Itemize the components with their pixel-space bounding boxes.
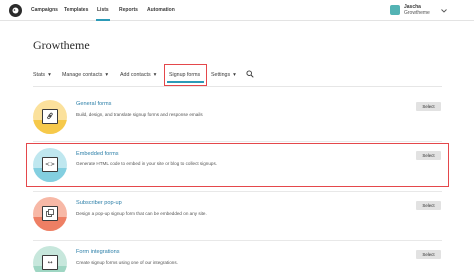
subscriber-popup-title[interactable]: Subscriber pop-up (76, 200, 122, 206)
user-organization[interactable]: Growtheme (404, 10, 430, 16)
illustration-card (42, 109, 58, 124)
subnav-stats-label: Stats (33, 72, 46, 78)
subnav-settings[interactable]: Settings ▾ (211, 72, 236, 78)
general-forms-description: Build, design, and translate signup form… (76, 112, 203, 117)
chevron-down-icon: ▾ (105, 72, 109, 78)
nav-automation[interactable]: Automation (147, 7, 175, 13)
subnav-add-contacts-label: Add contacts (120, 72, 151, 78)
embedded-forms-highlight (26, 143, 449, 187)
subnav-manage-contacts[interactable]: Manage contacts ▾ (62, 72, 108, 78)
general-forms-title[interactable]: General forms (76, 101, 111, 107)
top-navigation: Campaigns Templates Lists Reports Automa… (0, 0, 474, 21)
chevron-down-icon: ▾ (153, 72, 157, 78)
divider (33, 86, 442, 87)
integration-icon: ↔ (47, 259, 53, 266)
form-integrations-title[interactable]: Form integrations (76, 249, 120, 255)
nav-reports[interactable]: Reports (119, 7, 138, 13)
divider (33, 240, 442, 241)
nav-campaigns[interactable]: Campaigns (31, 7, 58, 13)
subscriber-popup-illustration (33, 197, 67, 231)
chevron-down-icon: ▾ (48, 72, 51, 78)
nav-templates[interactable]: Templates (64, 7, 88, 13)
form-integrations-illustration: ↔ (33, 246, 67, 272)
page-title: Growtheme (33, 38, 90, 52)
mailchimp-logo-icon[interactable] (9, 4, 22, 17)
subnav-settings-label: Settings (211, 72, 231, 78)
subscriber-popup-description: Design a pop-up signup form that can be … (76, 211, 207, 216)
popup-icon (43, 207, 57, 220)
signup-forms-highlight (164, 64, 207, 86)
general-forms-illustration (33, 100, 67, 134)
nav-active-indicator (96, 19, 110, 21)
subscriber-popup-select-button[interactable]: Select (416, 201, 441, 210)
search-icon[interactable] (246, 70, 254, 78)
nav-lists[interactable]: Lists (97, 7, 109, 13)
form-integrations-description: Create signup forms using one of our int… (76, 260, 178, 265)
illustration-card: ↔ (42, 255, 58, 270)
subnav-add-contacts[interactable]: Add contacts ▾ (120, 72, 156, 78)
link-icon (43, 110, 57, 123)
subnav-manage-contacts-label: Manage contacts (62, 72, 103, 78)
chevron-down-icon: ▾ (233, 72, 236, 78)
subnav-stats[interactable]: Stats ▾ (33, 72, 51, 78)
divider (33, 141, 442, 142)
illustration-card (42, 206, 58, 221)
form-integrations-select-button[interactable]: Select (416, 250, 441, 259)
general-forms-select-button[interactable]: Select (416, 102, 441, 111)
divider (33, 191, 442, 192)
chevron-down-icon[interactable] (441, 9, 447, 13)
avatar[interactable] (390, 5, 400, 15)
